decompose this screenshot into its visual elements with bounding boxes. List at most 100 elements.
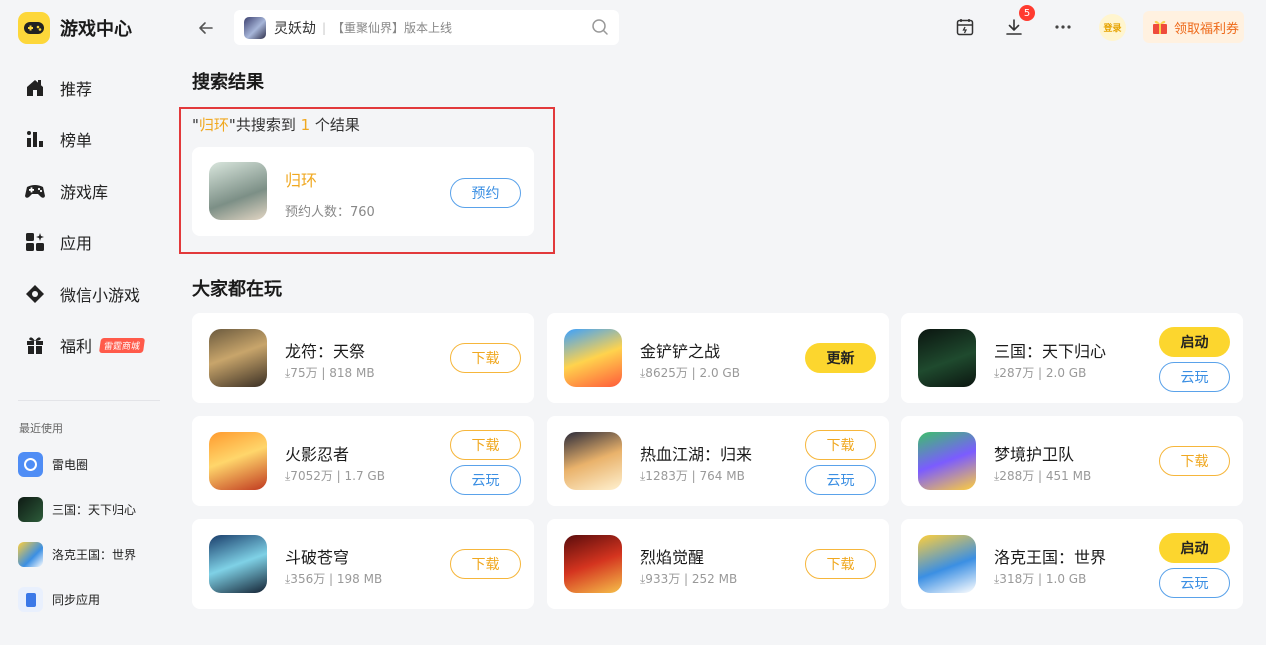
ranking-icon [24, 128, 46, 150]
game-meta: ⤓287万 | 2.0 GB [994, 366, 1087, 380]
download-button[interactable]: 下载 [1159, 446, 1230, 476]
game-icon [209, 535, 267, 593]
game-name: 归环 [285, 171, 318, 190]
sidebar-item-recommend[interactable]: 推荐 [0, 62, 168, 114]
recent-item[interactable]: 同步应用 [18, 582, 168, 617]
game-icon [18, 542, 43, 567]
update-button[interactable]: 更新 [805, 343, 876, 373]
game-card[interactable]: 龙符：天祭 ⤓75万 | 818 MB 下载 [192, 313, 534, 403]
store-badge: 雷霆商城 [98, 337, 146, 353]
cloud-play-button[interactable]: 云玩 [805, 465, 876, 495]
game-name: 火影忍者 [285, 445, 350, 464]
game-name: 洛克王国：世界 [994, 548, 1107, 567]
coupon-label: 领取福利券 [1174, 21, 1240, 37]
game-card[interactable]: 斗破苍穹 ⤓356万 | 198 MB 下载 [192, 519, 534, 609]
mini-game-icon [24, 283, 46, 305]
calendar-icon[interactable] [954, 16, 976, 38]
game-name: 龙符：天祭 [285, 342, 366, 361]
search-keyword: 归环 [198, 116, 229, 134]
download-button[interactable]: 下载 [450, 430, 521, 460]
search-icon[interactable] [591, 18, 609, 40]
game-icon [564, 535, 622, 593]
sidebar-item-wechat-games[interactable]: 微信小游戏 [0, 268, 168, 320]
search-game-thumbnail [244, 16, 266, 39]
game-name: 三国：天下归心 [994, 342, 1107, 361]
back-arrow-icon[interactable] [196, 18, 216, 38]
game-icon [209, 432, 267, 490]
coupon-button[interactable]: 领取福利券 [1143, 11, 1244, 43]
game-card[interactable]: 洛克王国：世界 ⤓318万 | 1.0 GB 启动 云玩 [901, 519, 1243, 609]
game-meta: ⤓318万 | 1.0 GB [994, 572, 1087, 586]
sidebar-divider [18, 400, 160, 401]
sidebar-item-label: 应用 [60, 234, 93, 254]
reserve-button[interactable]: 预约 [450, 178, 521, 208]
result-count: 1 [300, 116, 311, 134]
download-button[interactable]: 下载 [805, 430, 876, 460]
search-result-card[interactable]: 归环 预约人数：760 预约 [192, 147, 534, 236]
game-meta: ⤓933万 | 252 MB [640, 572, 738, 586]
recent-list: 雷电圈 三国：天下归心 洛克王国：世界 同步应用 [18, 447, 168, 627]
cloud-play-button[interactable]: 云玩 [1159, 362, 1230, 392]
recent-item[interactable]: 雷电圈 [18, 447, 168, 482]
game-card[interactable]: 烈焰觉醒 ⤓933万 | 252 MB 下载 [547, 519, 889, 609]
gift-box-icon [1151, 18, 1169, 36]
game-card[interactable]: 热血江湖：归来 ⤓1283万 | 764 MB 下载 云玩 [547, 416, 889, 506]
recent-item-label: 三国：天下归心 [52, 503, 137, 517]
sidebar-item-label: 游戏库 [60, 182, 109, 202]
sidebar-item-game-library[interactable]: 游戏库 [0, 165, 168, 217]
game-meta: ⤓75万 | 818 MB [285, 366, 375, 380]
summary-quote: " [192, 116, 199, 134]
game-name: 斗破苍穹 [285, 548, 350, 567]
game-meta: ⤓1283万 | 764 MB [640, 469, 745, 483]
sidebar-item-label: 榜单 [60, 131, 93, 151]
game-name: 梦境护卫队 [994, 445, 1075, 464]
search-hint: 【重聚仙界】版本上线 [332, 21, 453, 35]
gamepad-icon [24, 180, 46, 202]
game-card[interactable]: 三国：天下归心 ⤓287万 | 2.0 GB 启动 云玩 [901, 313, 1243, 403]
game-meta: ⤓8625万 | 2.0 GB [640, 366, 740, 380]
more-icon[interactable] [1052, 16, 1074, 38]
summary-suffix: 个结果 [310, 116, 360, 134]
download-button[interactable]: 下载 [450, 343, 521, 373]
app-title: 游戏中心 [60, 19, 132, 40]
search-separator: | [322, 20, 327, 35]
sidebar-item-apps[interactable]: 应用 [0, 217, 168, 269]
game-name: 金铲铲之战 [640, 342, 721, 361]
game-meta: ⤓288万 | 451 MB [994, 469, 1092, 483]
game-icon [564, 432, 622, 490]
game-icon [209, 162, 267, 220]
popular-title: 大家都在玩 [192, 279, 282, 300]
apps-icon [24, 231, 46, 253]
download-button[interactable]: 下载 [450, 549, 521, 579]
game-card[interactable]: 梦境护卫队 ⤓288万 | 451 MB 下载 [901, 416, 1243, 506]
sidebar-item-welfare[interactable]: 福利 雷霆商城 [0, 320, 168, 372]
game-card[interactable]: 火影忍者 ⤓7052万 | 1.7 GB 下载 云玩 [192, 416, 534, 506]
app-logo: 游戏中心 [18, 12, 132, 44]
sync-app-icon [18, 587, 43, 612]
search-results-title: 搜索结果 [192, 72, 264, 93]
recent-item-label: 同步应用 [52, 593, 101, 607]
download-count-badge: 5 [1019, 5, 1035, 21]
result-summary: "归环"共搜索到 1 个结果 [192, 114, 360, 135]
launch-button[interactable]: 启动 [1159, 533, 1230, 563]
recent-item[interactable]: 洛克王国：世界 [18, 537, 168, 572]
recent-item-label: 雷电圈 [52, 458, 89, 472]
game-icon [918, 535, 976, 593]
download-button[interactable]: 下载 [805, 549, 876, 579]
cloud-play-button[interactable]: 云玩 [450, 465, 521, 495]
sidebar-item-label: 微信小游戏 [60, 285, 141, 305]
game-icon [918, 329, 976, 387]
summary-text: "共搜索到 [228, 116, 301, 134]
game-card[interactable]: 金铲铲之战 ⤓8625万 | 2.0 GB 更新 [547, 313, 889, 403]
sidebar-item-ranking[interactable]: 榜单 [0, 114, 168, 166]
login-button[interactable]: 登录 [1099, 14, 1126, 41]
search-input[interactable]: 灵妖劫 | 【重聚仙界】版本上线 [234, 10, 619, 45]
search-query: 灵妖劫 [274, 20, 316, 37]
launch-button[interactable]: 启动 [1159, 327, 1230, 357]
gamepad-logo-icon [18, 12, 50, 44]
gift-icon [24, 334, 46, 356]
cloud-play-button[interactable]: 云玩 [1159, 568, 1230, 598]
recent-item-label: 洛克王国：世界 [52, 548, 137, 562]
thunder-circle-icon [18, 452, 43, 477]
recent-item[interactable]: 三国：天下归心 [18, 492, 168, 527]
